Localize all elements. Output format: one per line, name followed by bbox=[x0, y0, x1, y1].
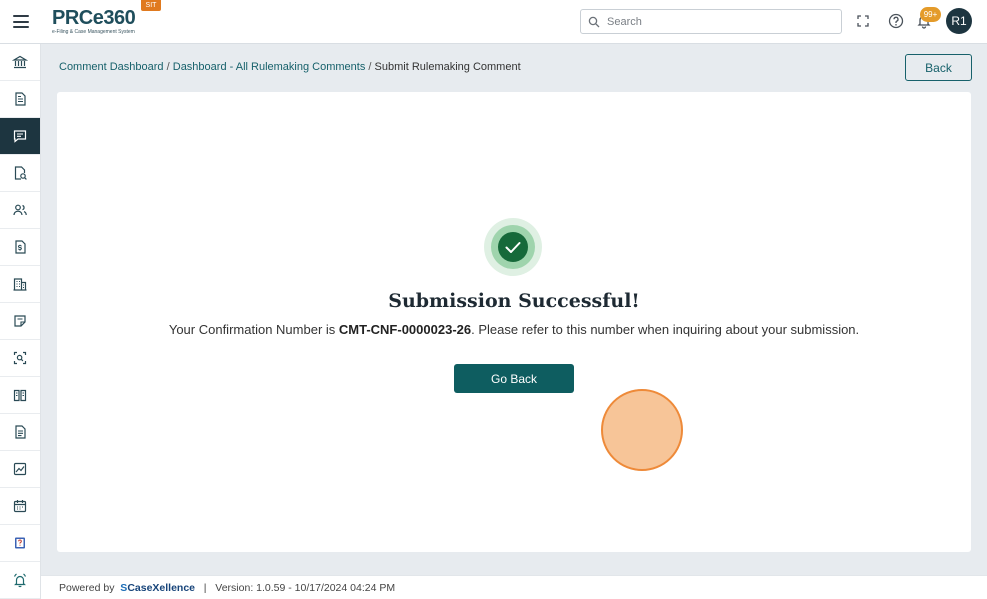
help-icon[interactable] bbox=[887, 12, 905, 30]
breadcrumb-all-rulemaking-comments[interactable]: Dashboard - All Rulemaking Comments bbox=[173, 61, 366, 73]
success-title: Submission Successful! bbox=[388, 290, 640, 312]
breadcrumb-separator: / bbox=[166, 61, 170, 73]
sidebar-item-calendar[interactable] bbox=[0, 488, 40, 525]
sidebar-item-users[interactable] bbox=[0, 192, 40, 229]
confirmation-message: Your Confirmation Number is CMT-CNF-0000… bbox=[57, 322, 971, 337]
hamburger-menu-icon[interactable] bbox=[13, 15, 29, 28]
logo-text: PRCe360 bbox=[52, 7, 136, 29]
bell-alert-icon bbox=[13, 573, 27, 588]
sidebar-item-documents[interactable] bbox=[0, 81, 40, 118]
version-info: Version: 1.0.59 - 10/17/2024 04:24 PM bbox=[215, 582, 396, 594]
breadcrumb-current-page: Submit Rulemaking Comment bbox=[374, 61, 521, 73]
footer: Powered by SCaseXellence | Version: 1.0.… bbox=[41, 575, 987, 599]
book-icon bbox=[13, 389, 27, 402]
sidebar-item-scan[interactable] bbox=[0, 340, 40, 377]
app-logo[interactable]: PRCe360 e-Filing & Case Management Syste… bbox=[52, 7, 142, 39]
click-indicator bbox=[601, 389, 683, 471]
sidebar-item-comments[interactable] bbox=[0, 118, 40, 155]
confirmation-suffix: . Please refer to this number when inqui… bbox=[471, 322, 860, 337]
sidebar-item-organizations[interactable] bbox=[0, 266, 40, 303]
sidebar-item-alerts[interactable] bbox=[0, 562, 40, 599]
note-edit-icon bbox=[14, 315, 26, 327]
scan-search-icon bbox=[13, 351, 27, 365]
sidebar-item-reports[interactable] bbox=[0, 414, 40, 451]
sidebar-item-institution[interactable] bbox=[0, 44, 40, 81]
search-input[interactable] bbox=[607, 13, 835, 30]
powered-by-label: Powered by bbox=[59, 582, 115, 594]
file-text-icon bbox=[15, 425, 26, 439]
users-icon bbox=[13, 204, 27, 216]
document-icon bbox=[15, 92, 26, 106]
search-box[interactable] bbox=[580, 9, 842, 34]
invoice-dollar-icon bbox=[15, 240, 26, 254]
sidebar-item-library[interactable] bbox=[0, 377, 40, 414]
sidebar-item-notes[interactable] bbox=[0, 303, 40, 340]
success-check-icon bbox=[484, 218, 542, 276]
sidebar-item-analytics[interactable] bbox=[0, 451, 40, 488]
breadcrumb-comment-dashboard[interactable]: Comment Dashboard bbox=[59, 61, 164, 73]
bank-icon bbox=[12, 55, 28, 69]
fullscreen-icon[interactable] bbox=[854, 12, 872, 30]
sidebar-item-document-search[interactable] bbox=[0, 155, 40, 192]
confirmation-prefix: Your Confirmation Number is bbox=[168, 322, 339, 337]
logo-subtitle: e-Filing & Case Management System bbox=[52, 29, 135, 35]
sidebar-item-fees[interactable] bbox=[0, 229, 40, 266]
building-icon bbox=[13, 278, 27, 291]
environment-badge: SIT bbox=[141, 0, 161, 11]
confirmation-number: CMT-CNF-0000023-26 bbox=[338, 322, 472, 337]
document-search-icon bbox=[14, 166, 27, 180]
comment-icon bbox=[13, 130, 27, 143]
footer-divider: | bbox=[203, 582, 207, 594]
calendar-icon bbox=[13, 500, 27, 513]
left-sidebar bbox=[0, 44, 41, 599]
notification-count-badge: 99+ bbox=[920, 7, 941, 22]
casexellence-brand: CaseXellence bbox=[127, 582, 196, 594]
back-button[interactable]: Back bbox=[905, 54, 972, 81]
sidebar-item-help-guide[interactable] bbox=[0, 525, 40, 562]
user-avatar[interactable]: R1 bbox=[946, 8, 972, 34]
top-header: PRCe360 e-Filing & Case Management Syste… bbox=[0, 0, 987, 44]
help-book-icon bbox=[15, 537, 25, 549]
chart-image-icon bbox=[13, 462, 27, 476]
success-card: Submission Successful! Your Confirmation… bbox=[57, 92, 971, 552]
breadcrumb: Comment Dashboard / Dashboard - All Rule… bbox=[59, 61, 521, 73]
breadcrumb-separator: / bbox=[368, 61, 372, 73]
search-icon bbox=[588, 16, 600, 28]
go-back-button[interactable]: Go Back bbox=[454, 364, 574, 393]
